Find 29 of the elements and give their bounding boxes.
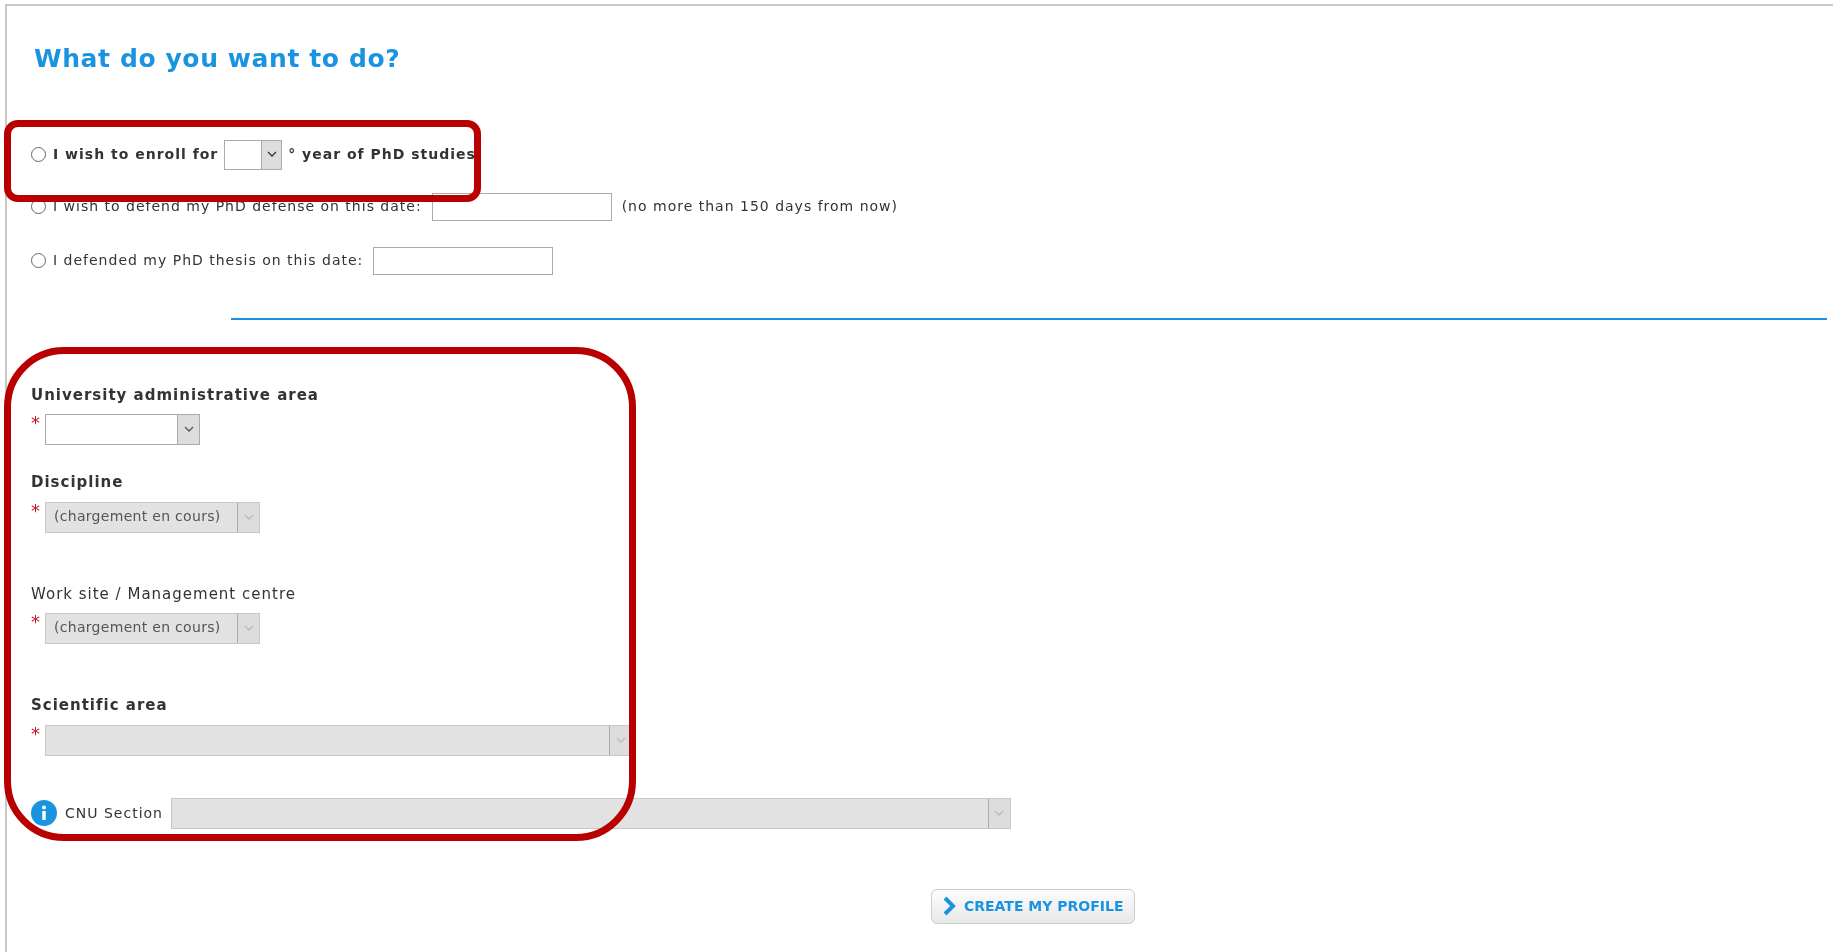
caret-icon xyxy=(266,151,277,158)
required-mark: * xyxy=(31,613,41,631)
date-field[interactable] xyxy=(431,192,612,221)
required-mark: * xyxy=(31,414,41,432)
field-label: CNU Section xyxy=(65,803,163,823)
select-field[interactable] xyxy=(45,414,200,445)
required-mark: * xyxy=(31,724,41,743)
field-label: Scientific area xyxy=(31,695,169,716)
radio-button[interactable] xyxy=(31,147,46,162)
required-mark: * xyxy=(31,501,41,520)
field-label: University administrative area xyxy=(31,384,320,406)
field-label: Work site / Management centre xyxy=(31,583,297,605)
page-heading: What do you want to do? xyxy=(34,43,402,75)
option-label: I defended my PhD thesis on this date: xyxy=(53,251,364,270)
option-label: ° year of PhD studies xyxy=(288,145,476,164)
note-text: (no more than 150 days from now) xyxy=(621,197,899,216)
field-label: Discipline xyxy=(31,472,125,493)
caret-icon xyxy=(994,809,1005,817)
radio-button[interactable] xyxy=(31,253,46,268)
year-select[interactable] xyxy=(224,139,283,170)
option-label: I wish to enroll for xyxy=(53,145,219,164)
date-field[interactable] xyxy=(373,246,554,275)
caret-icon xyxy=(243,513,254,521)
info-icon[interactable] xyxy=(31,800,57,826)
chevron-icon xyxy=(942,896,956,916)
create-profile-button[interactable]: CREATE MY PROFILE xyxy=(931,888,1135,924)
caret-icon xyxy=(183,426,194,433)
caret-icon xyxy=(243,625,254,632)
caret-icon xyxy=(615,736,626,744)
